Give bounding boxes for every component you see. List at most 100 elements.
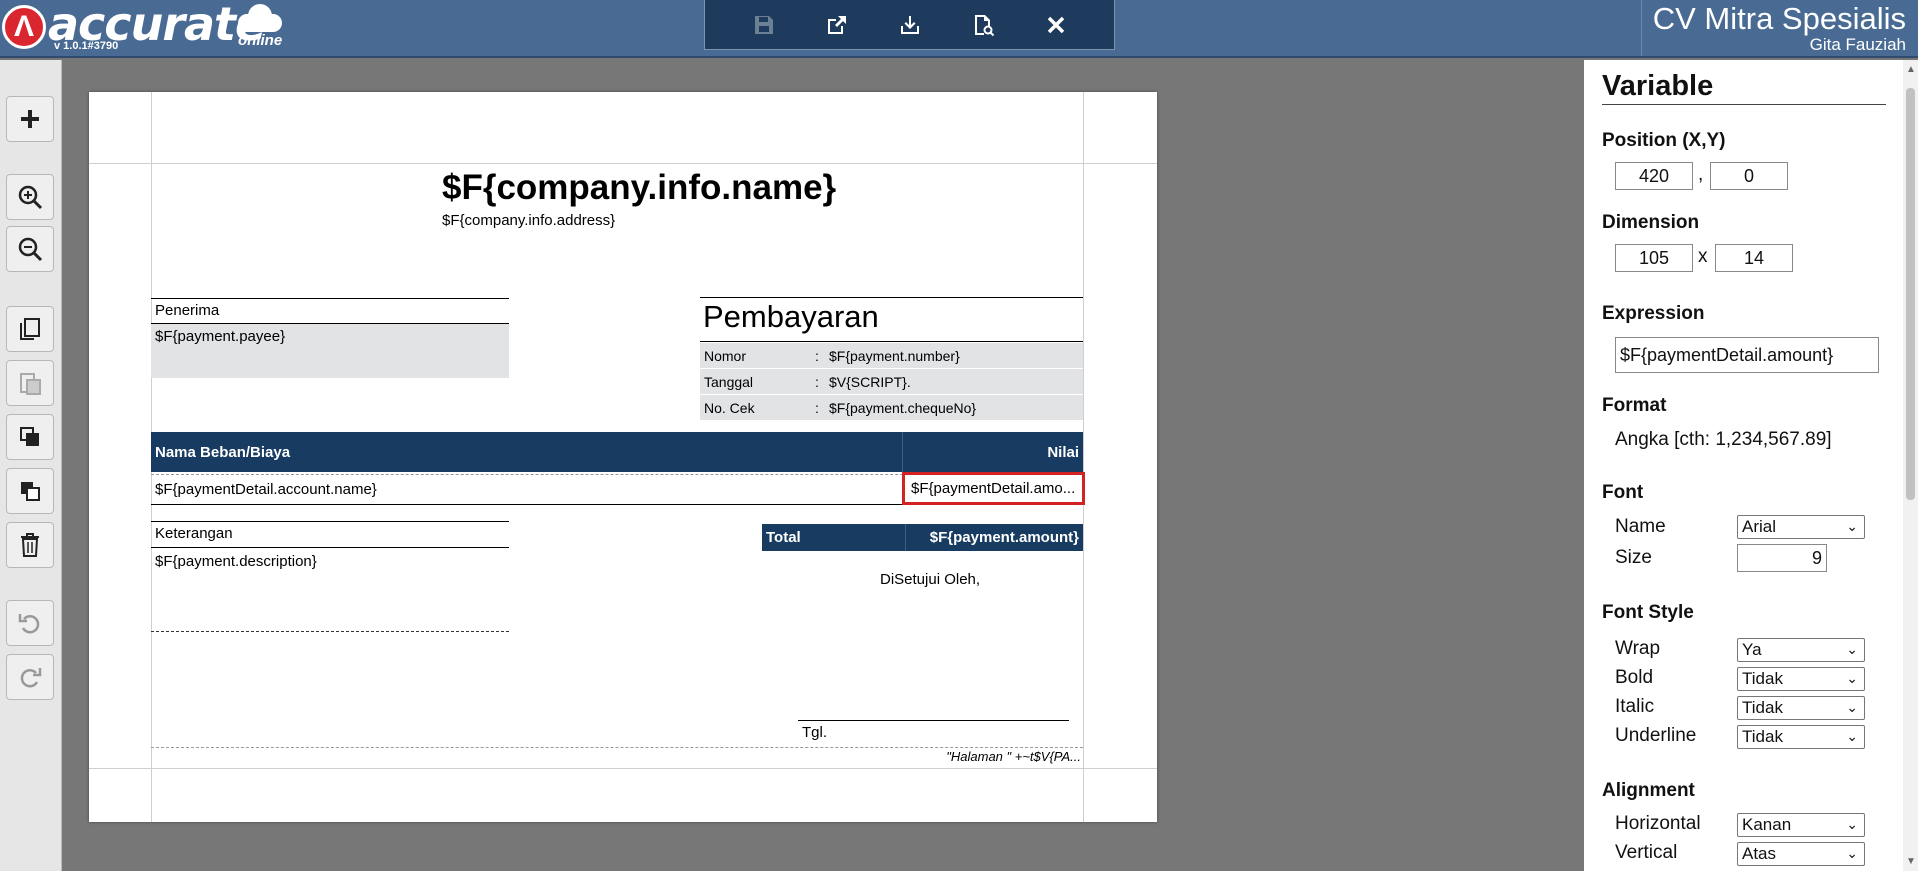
page-number-field[interactable]: "Halaman " +~t$V{PA... (946, 749, 1081, 764)
payee-label[interactable]: Penerima (155, 302, 219, 319)
scroll-up-icon[interactable]: ▲ (1906, 64, 1916, 75)
undo-icon[interactable] (6, 600, 54, 646)
properties-scrollbar[interactable]: ▲ ▼ (1903, 60, 1918, 871)
wrap-value: Ya (1742, 640, 1762, 659)
dimension-sep: x (1698, 246, 1708, 267)
width-input[interactable] (1615, 244, 1693, 272)
vertical-select[interactable]: Atas ⌄ (1737, 842, 1865, 866)
info-label: Tanggal (704, 374, 754, 390)
save-icon[interactable] (748, 9, 780, 41)
company-name-field[interactable]: $F{company.info.name} (442, 168, 836, 208)
font-name-label: Name (1615, 516, 1666, 537)
total-value: $F{payment.amount} (929, 529, 1079, 546)
report-page[interactable]: $F{company.info.name} $F{company.info.ad… (89, 92, 1157, 822)
info-sep: : (815, 374, 819, 390)
payment-title[interactable]: Pembayaran (703, 299, 879, 335)
horizontal-label: Horizontal (1615, 813, 1701, 834)
panel-title-line (1602, 104, 1886, 105)
horizontal-value: Kanan (1742, 815, 1792, 834)
chevron-down-icon: ⌄ (1846, 816, 1858, 832)
close-icon[interactable] (1040, 9, 1072, 41)
panel-title: Variable (1602, 70, 1714, 102)
selected-amount-field[interactable]: $F{paymentDetail.amo... (902, 472, 1085, 505)
horizontal-select[interactable]: Kanan ⌄ (1737, 813, 1865, 837)
chevron-down-icon: ⌄ (1846, 518, 1858, 534)
info-row-cheque[interactable]: No. Cek : $F{payment.chequeNo} (700, 395, 1083, 420)
notes-value[interactable]: $F{payment.description} (155, 553, 317, 570)
app-logo[interactable]: Λ accurate (2, 1, 266, 52)
info-label: No. Cek (704, 400, 755, 416)
info-value: $F{payment.chequeNo} (829, 400, 977, 416)
font-name-select[interactable]: Arial ⌄ (1737, 515, 1865, 539)
total-label: Total (766, 529, 801, 546)
company-name: CV Mitra Spesialis (1652, 1, 1906, 36)
chevron-down-icon: ⌄ (1846, 728, 1858, 744)
preview-icon[interactable] (967, 9, 999, 41)
app-version: v 1.0.1#3790 (54, 40, 119, 52)
logo-badge-icon: Λ (2, 5, 46, 49)
payee-top-line (151, 298, 509, 299)
user-name: Gita Fauziah (1809, 35, 1906, 54)
italic-select[interactable]: Tidak ⌄ (1737, 696, 1865, 720)
total-bar[interactable]: Total $F{payment.amount} (762, 524, 1083, 551)
info-label: Nomor (704, 348, 747, 364)
height-input[interactable] (1715, 244, 1793, 272)
expression-label: Expression (1602, 303, 1705, 324)
position-x-input[interactable] (1615, 162, 1693, 190)
detail-account-name[interactable]: $F{paymentDetail.account.name} (155, 481, 377, 498)
bold-label: Bold (1615, 667, 1654, 688)
export-icon[interactable] (821, 9, 853, 41)
copy-icon[interactable] (6, 306, 54, 352)
send-to-back-icon[interactable] (6, 468, 54, 514)
info-sep: : (815, 400, 819, 416)
detail-table-header[interactable]: Nama Beban/Biaya Nilai (151, 432, 1083, 472)
scrollbar-thumb[interactable] (1906, 88, 1915, 500)
chevron-down-icon: ⌄ (1846, 845, 1858, 861)
footer-band-top (151, 747, 1083, 748)
plus-icon[interactable] (6, 96, 54, 142)
info-row-date[interactable]: Tanggal : $V{SCRIPT}. (700, 369, 1083, 394)
paste-icon[interactable] (6, 360, 54, 406)
col-value-header: Nilai (1047, 444, 1079, 461)
zoom-in-icon[interactable] (6, 174, 54, 220)
position-sep: , (1698, 164, 1704, 185)
cloud-icon (234, 2, 286, 32)
payment-top-line (700, 297, 1083, 298)
approved-by-label[interactable]: DiSetujui Oleh, (880, 571, 980, 588)
col-name-header: Nama Beban/Biaya (155, 444, 291, 461)
format-value[interactable]: Angka [cth: 1,234,567.89] (1615, 429, 1832, 451)
vertical-value: Atas (1742, 844, 1777, 863)
wrap-select[interactable]: Ya ⌄ (1737, 638, 1865, 662)
company-info[interactable]: CV Mitra Spesialis Gita Fauziah (1653, 2, 1906, 54)
notes-label[interactable]: Keterangan (155, 525, 233, 542)
dimension-label: Dimension (1602, 212, 1700, 233)
font-name-value: Arial (1742, 517, 1777, 536)
info-row-number[interactable]: Nomor : $F{payment.number} (700, 343, 1083, 368)
scroll-down-icon[interactable]: ▼ (1906, 856, 1916, 867)
expression-input[interactable] (1615, 337, 1879, 373)
trash-icon[interactable] (6, 522, 54, 568)
position-y-input[interactable] (1710, 162, 1788, 190)
total-divider (905, 524, 906, 551)
notes-bottom-line (151, 631, 509, 632)
chevron-down-icon: ⌄ (1846, 670, 1858, 686)
info-value: $V{SCRIPT}. (829, 374, 911, 390)
info-sep: : (815, 348, 819, 364)
italic-label: Italic (1615, 696, 1655, 717)
bring-to-front-icon[interactable] (6, 414, 54, 460)
payee-value[interactable]: $F{payment.payee} (155, 328, 285, 345)
redo-icon[interactable] (6, 654, 54, 700)
underline-select[interactable]: Tidak ⌄ (1737, 725, 1865, 749)
font-size-input[interactable] (1737, 544, 1827, 572)
bold-select[interactable]: Tidak ⌄ (1737, 667, 1865, 691)
date-label[interactable]: Tgl. (802, 724, 827, 741)
import-icon[interactable] (894, 9, 926, 41)
zoom-out-icon[interactable] (6, 226, 54, 272)
signature-line (798, 720, 1069, 721)
font-size-label: Size (1615, 547, 1652, 568)
left-toolbar (0, 60, 62, 871)
margin-guide-bottom (89, 768, 1157, 769)
margin-guide-right (1083, 92, 1084, 822)
properties-panel: Variable Position (X,Y) , Dimension x Ex… (1584, 60, 1904, 871)
company-address-field[interactable]: $F{company.info.address} (442, 212, 615, 229)
